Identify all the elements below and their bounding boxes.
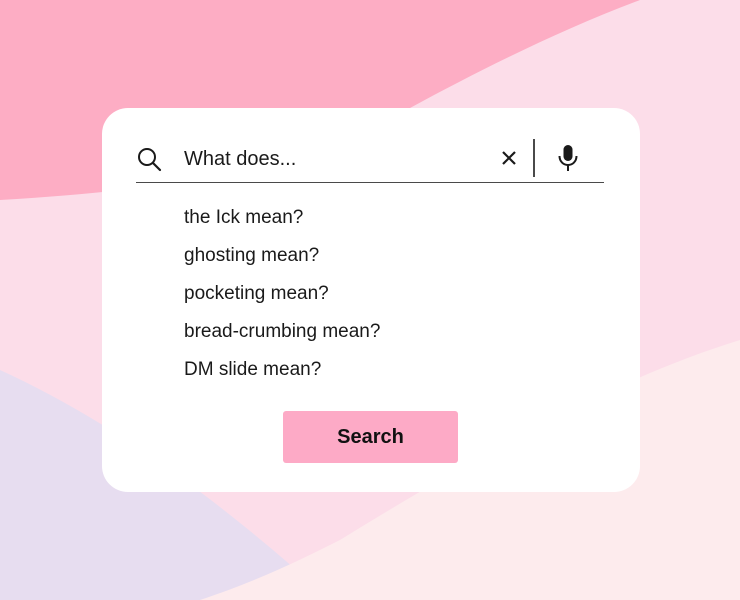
suggestion-item[interactable]: the Ick mean? — [184, 204, 380, 242]
vertical-divider — [533, 139, 535, 177]
suggestion-item[interactable]: bread-crumbing mean? — [184, 318, 380, 356]
search-bar — [136, 136, 604, 183]
suggestion-item[interactable]: ghosting mean? — [184, 242, 380, 280]
search-card: the Ick mean? ghosting mean? pocketing m… — [102, 108, 640, 492]
microphone-icon[interactable] — [556, 144, 580, 172]
search-icon — [138, 148, 162, 172]
suggestion-list: the Ick mean? ghosting mean? pocketing m… — [184, 204, 380, 394]
suggestion-item[interactable]: pocketing mean? — [184, 280, 380, 318]
close-icon[interactable] — [500, 149, 518, 167]
suggestion-item[interactable]: DM slide mean? — [184, 356, 380, 394]
search-button[interactable]: Search — [283, 411, 458, 463]
search-input[interactable] — [184, 145, 474, 173]
